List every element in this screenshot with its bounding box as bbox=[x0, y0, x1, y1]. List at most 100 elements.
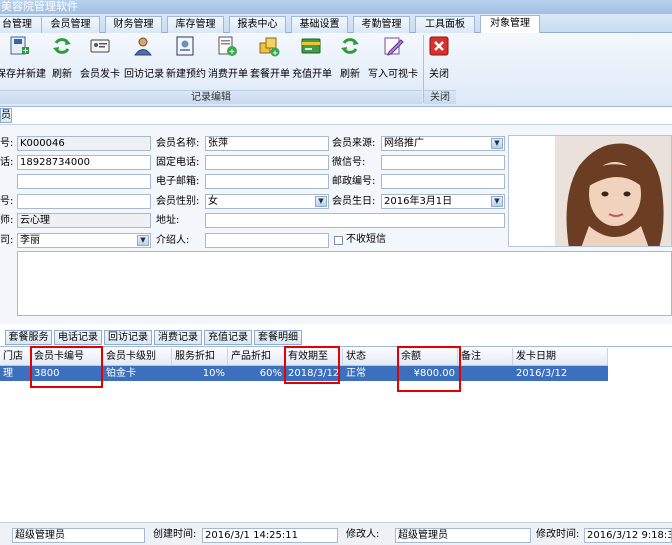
cell-card-level[interactable]: 铂金卡 bbox=[103, 366, 172, 381]
landline-field[interactable] bbox=[205, 155, 329, 170]
column-header-product-discount[interactable]: 产品折扣 bbox=[228, 348, 285, 366]
email-field[interactable] bbox=[205, 174, 329, 189]
column-header-status[interactable]: 状态 bbox=[343, 348, 398, 366]
tab-attendance-management[interactable]: 考勤管理 bbox=[353, 16, 410, 33]
staff-select[interactable]: 李丽 ▼ bbox=[17, 233, 151, 248]
modifier-field: 超级管理员 bbox=[395, 528, 531, 543]
tab-tool-panel[interactable]: 工具面板 bbox=[415, 16, 475, 33]
cell-status[interactable]: 正常 bbox=[343, 366, 398, 381]
return-visit-record-label: 回访记录 bbox=[124, 69, 164, 80]
advisor-field[interactable]: 云心理 bbox=[17, 213, 151, 228]
card-number-field[interactable]: K000046 bbox=[17, 136, 151, 151]
column-header-notes[interactable]: 备注 bbox=[458, 348, 513, 366]
tab-object-management[interactable]: 对象管理 bbox=[480, 15, 540, 34]
window-title: 美容院管理软件 bbox=[1, 0, 78, 13]
gender-select[interactable]: 女 ▼ bbox=[205, 194, 329, 209]
phone-field[interactable]: 18928734000 bbox=[17, 155, 151, 170]
cell-product-discount[interactable]: 60% bbox=[228, 366, 285, 381]
member-source-select[interactable]: 网络推广 ▼ bbox=[381, 136, 505, 151]
row3-left-field[interactable] bbox=[17, 174, 151, 189]
new-appointment-button[interactable]: 新建预约 bbox=[166, 35, 206, 81]
write-visual-card-label: 写入可视卡 bbox=[368, 69, 418, 80]
tab-package-details[interactable]: 套餐明细 bbox=[254, 330, 302, 345]
package-order-button[interactable]: + 套餐开单 bbox=[250, 35, 290, 81]
close-label: 关闭 bbox=[429, 69, 449, 80]
cell-service-discount[interactable]: 10% bbox=[172, 366, 228, 381]
svg-text:+: + bbox=[22, 46, 29, 55]
member-card-issue-button[interactable]: 会员发卡 bbox=[80, 35, 120, 81]
chevron-down-icon[interactable]: ▼ bbox=[491, 196, 503, 207]
gender-label: 会员性别: bbox=[156, 196, 200, 207]
refresh-button[interactable]: 刷新 bbox=[50, 35, 74, 81]
svg-text:+: + bbox=[229, 47, 236, 56]
ribbon-toolbar: + 保存并新建 刷新 会员发卡 回访记录 新建预约 + 消费开单 + 套餐开单 … bbox=[0, 33, 672, 107]
address-label: 地址: bbox=[156, 215, 180, 226]
save-and-new-button[interactable]: + 保存并新建 bbox=[0, 35, 46, 81]
recharge-icon bbox=[300, 35, 322, 57]
notes-field[interactable] bbox=[17, 251, 672, 316]
member-name-field[interactable]: 张萍 bbox=[205, 136, 329, 151]
highlight-card-number bbox=[30, 346, 103, 388]
title-bar: 美容院管理软件 bbox=[0, 0, 672, 14]
staff-label: 司: bbox=[0, 235, 14, 246]
refresh-icon bbox=[339, 35, 361, 57]
chevron-down-icon[interactable]: ▼ bbox=[137, 235, 149, 246]
birthday-picker[interactable]: 2016年3月1日 ▼ bbox=[381, 194, 505, 209]
wechat-field[interactable] bbox=[381, 155, 505, 170]
ribbon-group-close: 关闭 bbox=[424, 90, 456, 104]
staff-value: 李丽 bbox=[20, 235, 40, 246]
write-card-icon bbox=[382, 35, 404, 57]
tab-report-center[interactable]: 报表中心 bbox=[229, 16, 286, 33]
tab-inventory-management[interactable]: 库存管理 bbox=[167, 16, 224, 33]
no-sms-checkbox[interactable] bbox=[334, 236, 343, 245]
highlight-balance bbox=[397, 346, 461, 392]
gender-value: 女 bbox=[208, 196, 218, 207]
tab-phone-records[interactable]: 电话记录 bbox=[54, 330, 102, 345]
zip-label: 邮政编号: bbox=[332, 176, 376, 187]
tab-return-visit-records[interactable]: 回访记录 bbox=[104, 330, 152, 345]
close-button[interactable]: 关闭 bbox=[427, 35, 451, 81]
member-card-icon bbox=[89, 35, 111, 57]
row4-label: 号: bbox=[0, 196, 14, 207]
birthday-label: 会员生日: bbox=[332, 196, 376, 207]
tab-front-desk[interactable]: 台管理 bbox=[0, 16, 42, 33]
tab-finance-management[interactable]: 财务管理 bbox=[105, 16, 162, 33]
zip-field[interactable] bbox=[381, 174, 505, 189]
tab-consumption-records[interactable]: 消费记录 bbox=[154, 330, 202, 345]
wechat-label: 微信号: bbox=[332, 157, 366, 168]
new-appointment-label: 新建预约 bbox=[166, 69, 206, 80]
chevron-down-icon[interactable]: ▼ bbox=[491, 138, 503, 149]
cell-notes[interactable] bbox=[458, 366, 513, 381]
main-tab-bar: 台管理 会员管理 财务管理 库存管理 报表中心 基础设置 考勤管理 工具面板 对… bbox=[0, 14, 672, 34]
consume-order-label: 消费开单 bbox=[208, 69, 248, 80]
address-field[interactable] bbox=[205, 213, 505, 228]
column-header-store[interactable]: 门店 bbox=[0, 348, 31, 366]
refresh-button-2[interactable]: 刷新 bbox=[336, 35, 364, 81]
close-icon bbox=[428, 35, 450, 57]
creator-field: 超级管理员 bbox=[12, 528, 145, 543]
landline-label: 固定电话: bbox=[156, 157, 200, 168]
highlight-expiry bbox=[284, 346, 340, 384]
tab-recharge-records[interactable]: 充值记录 bbox=[204, 330, 252, 345]
recharge-order-button[interactable]: 充值开单 bbox=[292, 35, 332, 81]
consume-order-icon: + bbox=[216, 35, 238, 57]
chevron-down-icon[interactable]: ▼ bbox=[315, 196, 327, 207]
tab-package-service[interactable]: 套餐服务 bbox=[5, 330, 52, 345]
phone-label: 话: bbox=[0, 157, 14, 168]
return-visit-record-button[interactable]: 回访记录 bbox=[124, 35, 164, 81]
tab-member-management[interactable]: 会员管理 bbox=[41, 16, 100, 33]
referrer-field[interactable] bbox=[205, 233, 329, 248]
column-header-issue-date[interactable]: 发卡日期 bbox=[513, 348, 608, 366]
consume-order-button[interactable]: + 消费开单 bbox=[208, 35, 248, 81]
column-header-service-discount[interactable]: 服务折扣 bbox=[172, 348, 228, 366]
cell-issue-date[interactable]: 2016/3/12 bbox=[513, 366, 608, 381]
member-info-tab[interactable]: 员 bbox=[0, 108, 12, 123]
write-visual-card-button[interactable]: 写入可视卡 bbox=[368, 35, 418, 81]
column-header-card-level[interactable]: 会员卡级别 bbox=[103, 348, 172, 366]
refresh-label: 刷新 bbox=[52, 69, 72, 80]
cell-store[interactable]: 理 bbox=[0, 366, 31, 381]
member-name-label: 会员名称: bbox=[156, 138, 200, 149]
tab-basic-settings[interactable]: 基础设置 bbox=[291, 16, 348, 33]
row4-field[interactable] bbox=[17, 194, 151, 209]
save-new-icon: + bbox=[8, 35, 30, 57]
